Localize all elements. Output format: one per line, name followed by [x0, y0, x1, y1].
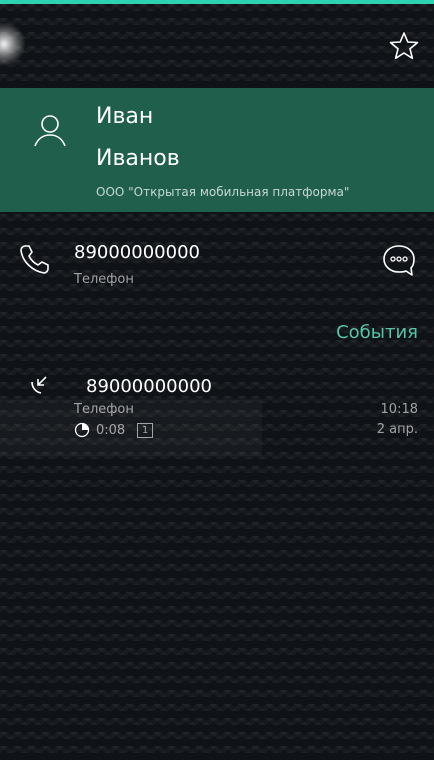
call-event-item[interactable]: 89000000000 Телефон 0:08 1 10:18 2 апр. [0, 366, 434, 456]
message-icon [383, 245, 415, 276]
phone-icon [18, 242, 52, 276]
phone-number-row[interactable]: 89000000000 Телефон [0, 232, 434, 302]
events-section-header: События [336, 322, 418, 343]
contact-first-name: Иван [96, 104, 154, 129]
event-phone-number: 89000000000 [86, 376, 212, 397]
phone-number: 89000000000 [74, 242, 200, 263]
star-icon[interactable] [388, 30, 420, 62]
person-icon [32, 112, 68, 152]
contact-header-card: Иван Иванов ООО "Открытая мобильная плат… [0, 88, 434, 212]
event-type-label: Телефон [74, 402, 134, 417]
message-button[interactable] [380, 242, 418, 280]
timer-icon [74, 422, 90, 438]
contact-company: ООО "Открытая мобильная платформа" [96, 185, 350, 199]
outgoing-call-icon [28, 372, 52, 396]
event-date: 2 апр. [376, 422, 418, 437]
contact-last-name: Иванов [96, 146, 180, 171]
call-duration: 0:08 [96, 422, 126, 438]
event-time: 10:18 [380, 402, 418, 417]
sim-badge: 1 [137, 422, 154, 438]
phone-type-label: Телефон [74, 272, 134, 287]
call-duration-row: 0:08 1 [74, 422, 154, 438]
